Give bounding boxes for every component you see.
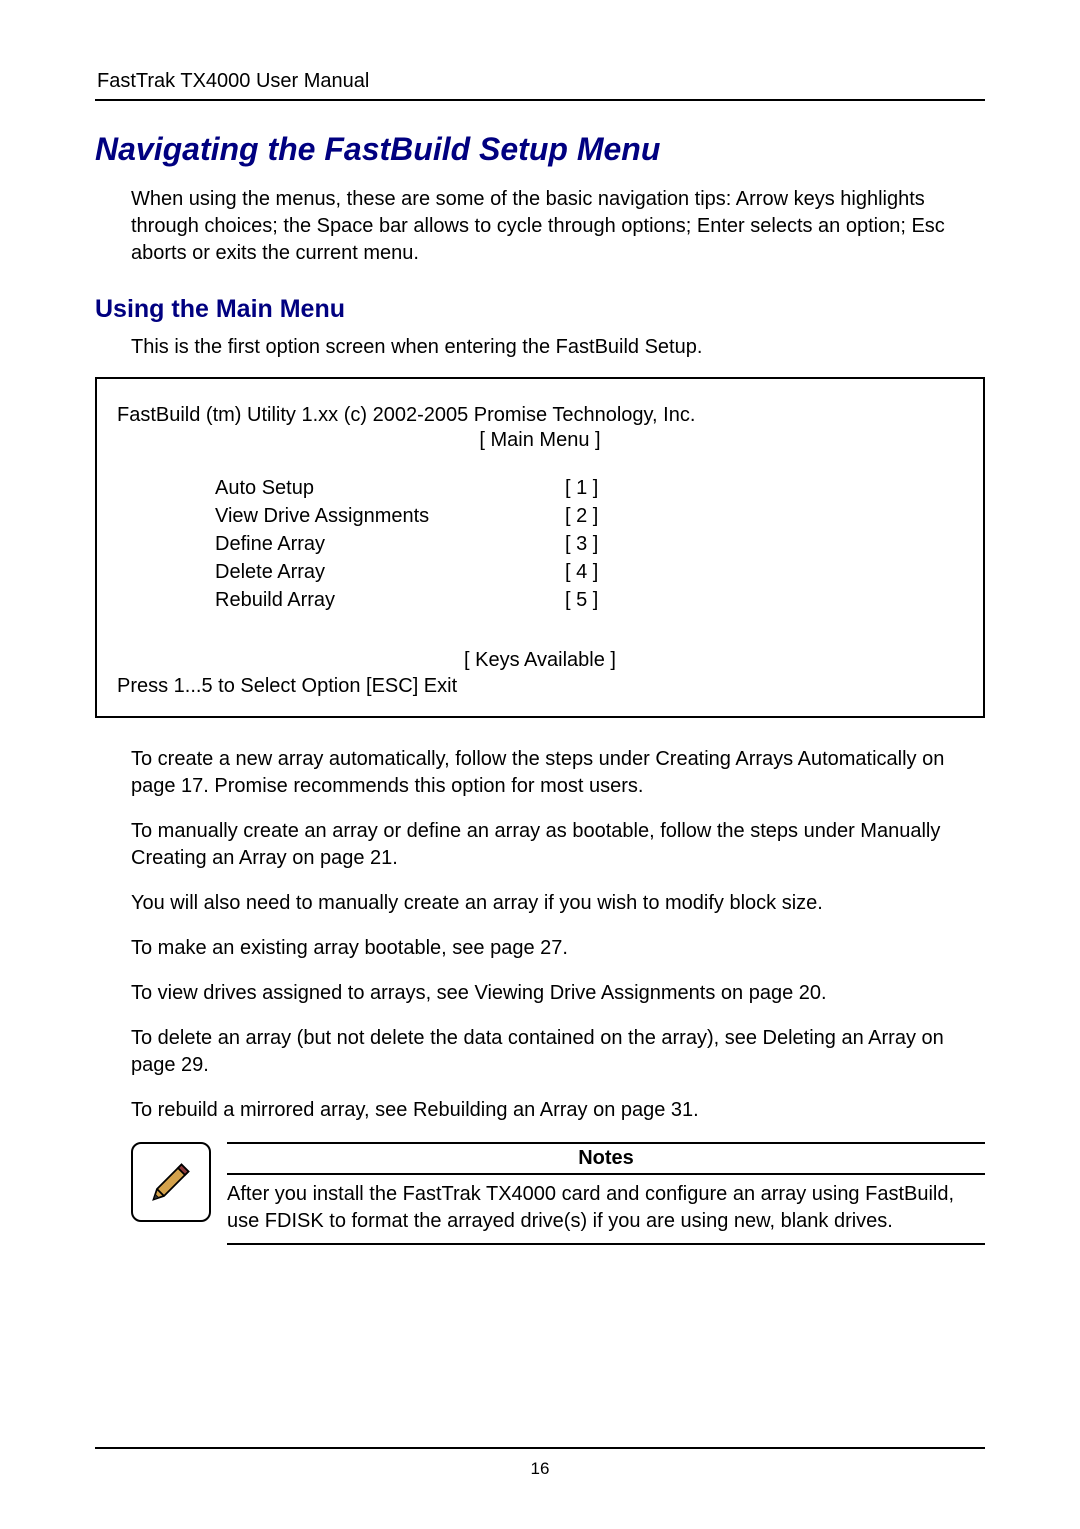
pencil-icon	[131, 1142, 211, 1222]
menu-item-label: Auto Setup	[215, 474, 565, 502]
body-paragraph: To make an existing array bootable, see …	[131, 935, 985, 962]
header-rule	[95, 99, 985, 101]
page-header: FastTrak TX4000 User Manual	[95, 70, 985, 93]
intro-paragraph: When using the menus, these are some of …	[131, 186, 985, 267]
note-content: Notes After you install the FastTrak TX4…	[227, 1142, 985, 1245]
menu-item-key: [ 5 ]	[565, 586, 625, 614]
body-paragraph: To rebuild a mirrored array, see Rebuild…	[131, 1097, 985, 1124]
body-paragraph: To manually create an array or define an…	[131, 818, 985, 872]
body-paragraph: You will also need to manually create an…	[131, 890, 985, 917]
menu-item-key: [ 2 ]	[565, 502, 625, 530]
menu-subtitle: [ Main Menu ]	[117, 429, 963, 452]
note-header: Notes	[227, 1142, 985, 1175]
body-paragraph: To delete an array (but not delete the d…	[131, 1025, 985, 1079]
menu-title: FastBuild (tm) Utility 1.xx (c) 2002-200…	[117, 404, 963, 427]
page-title: Navigating the FastBuild Setup Menu	[95, 131, 985, 168]
notes-section: Notes After you install the FastTrak TX4…	[131, 1142, 985, 1245]
menu-item-key: [ 3 ]	[565, 530, 625, 558]
menu-item-key: [ 4 ]	[565, 558, 625, 586]
page-footer: 16	[95, 1447, 985, 1479]
body-paragraph: To view drives assigned to arrays, see V…	[131, 980, 985, 1007]
menu-item-key: [ 1 ]	[565, 474, 625, 502]
menu-item: Define Array [ 3 ]	[215, 530, 963, 558]
menu-item: Delete Array [ 4 ]	[215, 558, 963, 586]
menu-item-label: View Drive Assignments	[215, 502, 565, 530]
page-number: 16	[95, 1459, 985, 1479]
menu-item-label: Delete Array	[215, 558, 565, 586]
menu-item-label: Rebuild Array	[215, 586, 565, 614]
keys-instruction: Press 1...5 to Select Option [ESC] Exit	[117, 675, 963, 698]
section-intro: This is the first option screen when ent…	[131, 336, 985, 359]
menu-item: View Drive Assignments [ 2 ]	[215, 502, 963, 530]
section-subtitle: Using the Main Menu	[95, 295, 985, 324]
menu-item-label: Define Array	[215, 530, 565, 558]
body-paragraph: To create a new array automatically, fol…	[131, 746, 985, 800]
menu-items-list: Auto Setup [ 1 ] View Drive Assignments …	[215, 474, 963, 614]
footer-rule	[95, 1447, 985, 1449]
note-text: After you install the FastTrak TX4000 ca…	[227, 1181, 985, 1245]
keys-header: [ Keys Available ]	[117, 649, 963, 672]
menu-item: Rebuild Array [ 5 ]	[215, 586, 963, 614]
menu-box: FastBuild (tm) Utility 1.xx (c) 2002-200…	[95, 377, 985, 718]
menu-item: Auto Setup [ 1 ]	[215, 474, 963, 502]
